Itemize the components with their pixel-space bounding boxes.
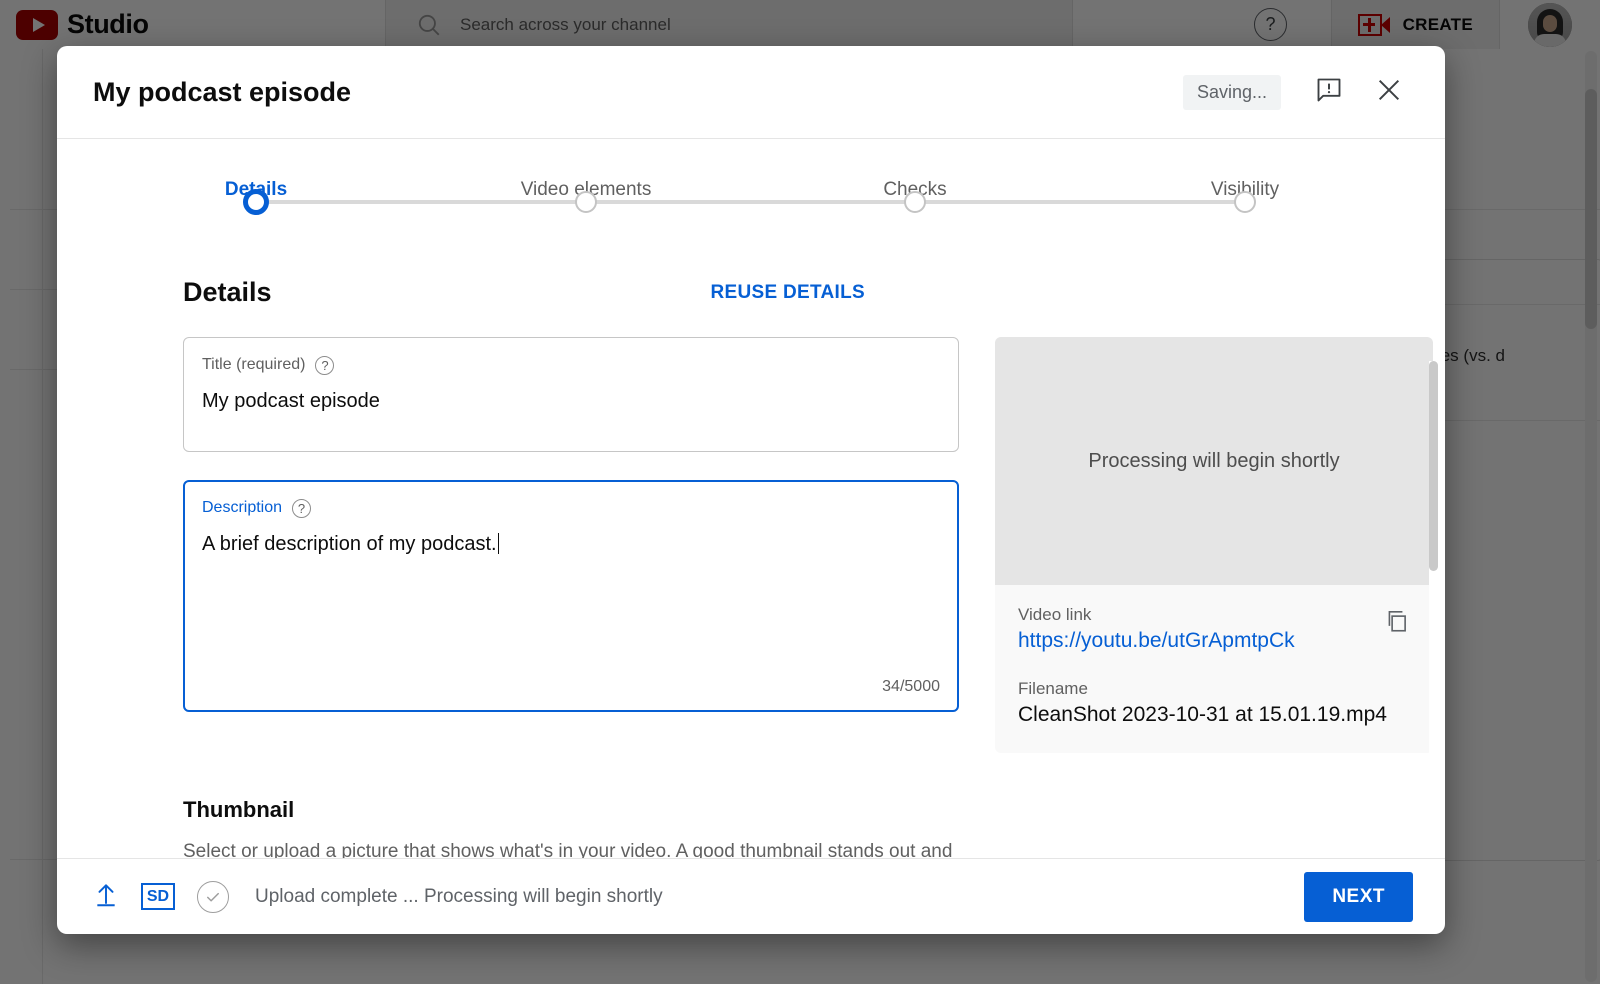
title-field[interactable]: Title (required) ? My podcast episode bbox=[183, 337, 959, 452]
video-preview-column: Processing will begin shortly Video link… bbox=[995, 337, 1433, 753]
close-icon bbox=[1375, 76, 1403, 109]
step-dot-video-elements[interactable] bbox=[575, 191, 597, 213]
form-column: Title (required) ? My podcast episode De… bbox=[183, 337, 959, 712]
video-preview-placeholder: Processing will begin shortly bbox=[995, 337, 1433, 585]
description-field[interactable]: Description ? A brief description of my … bbox=[183, 480, 959, 712]
thumbnail-description-line1: Select or upload a picture that shows wh… bbox=[183, 841, 953, 858]
filename-label: Filename bbox=[1018, 679, 1088, 698]
thumbnail-heading: Thumbnail bbox=[183, 797, 295, 822]
upload-status-text: Upload complete ... Processing will begi… bbox=[255, 885, 663, 907]
dialog-scrollbar-thumb[interactable] bbox=[1429, 361, 1438, 571]
video-link-value[interactable]: https://youtu.be/utGrApmtpCk bbox=[1018, 629, 1410, 653]
feedback-icon bbox=[1315, 76, 1343, 109]
dialog-body: Details Video elements Checks Visibility… bbox=[57, 139, 1445, 858]
step-dot-checks[interactable] bbox=[904, 191, 926, 213]
description-input-value[interactable]: A brief description of my podcast. bbox=[202, 531, 940, 557]
dialog-header: My podcast episode Saving... bbox=[57, 46, 1445, 139]
save-status-badge: Saving... bbox=[1182, 74, 1281, 110]
upload-stepper: Details Video elements Checks Visibility bbox=[57, 139, 1445, 245]
video-meta: Video link https://youtu.be/utGrApmtpCk … bbox=[995, 585, 1433, 753]
stepper-track bbox=[256, 200, 1245, 204]
copy-link-button[interactable] bbox=[1377, 603, 1417, 643]
filename-block: Filename CleanShot 2023-10-31 at 15.01.1… bbox=[1018, 679, 1410, 727]
title-input-value[interactable]: My podcast episode bbox=[202, 388, 940, 414]
check-circle-icon bbox=[197, 880, 229, 913]
thumbnail-section: Thumbnail Select or upload a picture tha… bbox=[183, 797, 1399, 858]
thumbnail-description: Select or upload a picture that shows wh… bbox=[183, 837, 963, 858]
video-link-block: Video link https://youtu.be/utGrApmtpCk bbox=[1018, 605, 1410, 653]
dialog-footer: SD Upload complete ... Processing will b… bbox=[57, 858, 1445, 934]
step-dot-visibility[interactable] bbox=[1234, 191, 1256, 213]
upload-arrow-icon bbox=[93, 881, 119, 912]
video-quality-badge: SD bbox=[141, 883, 175, 910]
step-dot-details[interactable] bbox=[243, 189, 269, 215]
help-icon[interactable]: ? bbox=[292, 498, 312, 518]
section-title: Details bbox=[183, 277, 272, 307]
details-header-row: Details REUSE DETAILS bbox=[183, 277, 1399, 308]
copy-icon bbox=[1384, 608, 1410, 639]
feedback-button[interactable] bbox=[1307, 70, 1351, 114]
text-caret bbox=[497, 533, 500, 554]
video-upload-dialog: My podcast episode Saving... Video eleme… bbox=[57, 46, 1445, 934]
help-icon[interactable]: ? bbox=[315, 355, 335, 375]
reuse-details-button[interactable]: REUSE DETAILS bbox=[710, 282, 865, 304]
screen: Studio Search across your channel ? CREA… bbox=[0, 0, 1600, 984]
video-link-label: Video link bbox=[1018, 605, 1092, 624]
next-button[interactable]: NEXT bbox=[1304, 871, 1413, 922]
description-char-counter: 34/5000 bbox=[882, 678, 940, 695]
close-button[interactable] bbox=[1367, 70, 1411, 114]
dialog-title: My podcast episode bbox=[93, 76, 352, 107]
upload-status-button[interactable] bbox=[89, 880, 123, 914]
title-field-label: Title (required) bbox=[202, 356, 306, 373]
details-section: Details REUSE DETAILS Title (required) ? bbox=[57, 277, 1445, 858]
description-field-label: Description bbox=[202, 499, 283, 516]
filename-value: CleanShot 2023-10-31 at 15.01.19.mp4 bbox=[1018, 703, 1387, 726]
video-preview-card: Processing will begin shortly Video link… bbox=[995, 337, 1433, 753]
